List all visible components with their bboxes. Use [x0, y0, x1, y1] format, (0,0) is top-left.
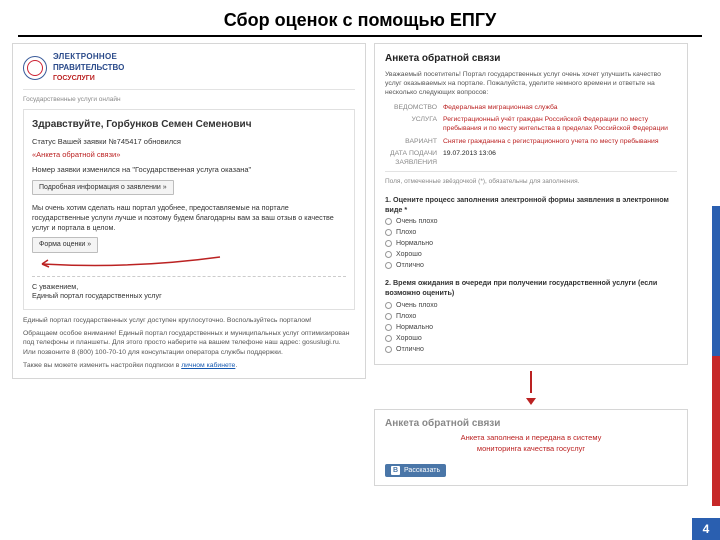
value-variant: Снятие гражданина с регистрационного уче…	[443, 137, 677, 146]
radio-icon	[385, 313, 392, 320]
annotation-arrow-icon	[32, 257, 346, 271]
subheader: Государственные услуги онлайн	[23, 96, 355, 105]
label-date: ДАТА ПОДАЧИ ЗАЯВЛЕНИЯ	[385, 149, 443, 167]
service-desc: Номер заявки изменился на "Государственн…	[32, 165, 346, 175]
survey-intro: Уважаемый посетитель! Портал государстве…	[385, 70, 677, 98]
required-note: Поля, отмеченные звёздочкой (*), обязате…	[385, 178, 677, 187]
greeting-prefix: Здравствуйте,	[32, 119, 103, 130]
vk-share-button[interactable]: B Рассказать	[385, 464, 446, 477]
radio-icon	[385, 240, 392, 247]
question-2: 2. Время ожидания в очереди при получени…	[385, 278, 677, 297]
q1-opt-4[interactable]: Отлично	[385, 261, 677, 270]
footer-note-1: Единый портал государственных услуг дост…	[23, 316, 355, 325]
label-variant: ВАРИАНТ	[385, 137, 443, 146]
survey-heading: Анкета обратной связи	[385, 52, 677, 66]
gosuslugi-emblem-icon	[23, 56, 47, 80]
signoff-2: Единый портал государственных услуг	[32, 291, 346, 301]
feedback-form-button[interactable]: Форма оценки »	[32, 237, 98, 252]
success-line-2: мониторинга качества госуслуг	[385, 444, 677, 453]
label-vedomstvo: ВЕДОМСТВО	[385, 103, 443, 112]
vk-icon: B	[391, 466, 400, 475]
survey-panel: Анкета обратной связи Уважаемый посетите…	[374, 43, 688, 365]
flag-stripes	[712, 56, 720, 506]
flow-arrow-icon	[374, 371, 688, 405]
label-usluga: УСЛУГА	[385, 115, 443, 133]
question-1: 1. Оцените процесс заполнения электронно…	[385, 195, 677, 214]
value-usluga: Регистрационный учёт граждан Российской …	[443, 115, 677, 133]
personal-cabinet-link[interactable]: личном кабинете	[181, 362, 235, 369]
value-date: 19.07.2013 13:06	[443, 149, 677, 167]
radio-icon	[385, 218, 392, 225]
q2-opt-2[interactable]: Нормально	[385, 323, 677, 332]
q2-opt-3[interactable]: Хорошо	[385, 334, 677, 343]
value-vedomstvo: Федеральная миграционная служба	[443, 103, 677, 112]
brand-text: ЭЛЕКТРОННОЕ ПРАВИТЕЛЬСТВО ГОСУСЛУГИ	[53, 52, 124, 83]
q1-opt-0[interactable]: Очень плохо	[385, 217, 677, 226]
title-underline	[18, 35, 702, 37]
email-notification-panel: ЭЛЕКТРОННОЕ ПРАВИТЕЛЬСТВО ГОСУСЛУГИ Госу…	[12, 43, 366, 379]
signoff-1: С уважением,	[32, 282, 346, 292]
radio-icon	[385, 251, 392, 258]
success-heading: Анкета обратной связи	[385, 418, 677, 429]
survey-success-panel: Анкета обратной связи Анкета заполнена и…	[374, 409, 688, 486]
radio-icon	[385, 262, 392, 269]
invite-paragraph: Мы очень хотим сделать наш портал удобне…	[32, 203, 346, 232]
service-quote: «Анкета обратной связи»	[32, 150, 346, 160]
success-line-1: Анкета заполнена и передана в систему	[385, 433, 677, 442]
page-number: 4	[692, 518, 720, 540]
q1-opt-1[interactable]: Плохо	[385, 228, 677, 237]
status-line: Статус Вашей заявки №745417 обновился	[32, 137, 346, 147]
radio-icon	[385, 302, 392, 309]
radio-icon	[385, 335, 392, 342]
q2-opt-4[interactable]: Отлично	[385, 345, 677, 354]
q2-opt-0[interactable]: Очень плохо	[385, 301, 677, 310]
q1-opt-3[interactable]: Хорошо	[385, 250, 677, 259]
radio-icon	[385, 346, 392, 353]
page-title: Сбор оценок с помощью ЕПГУ	[0, 0, 720, 35]
q1-opt-2[interactable]: Нормально	[385, 239, 677, 248]
q2-opt-1[interactable]: Плохо	[385, 312, 677, 321]
details-button[interactable]: Подробная информация о заявлении »	[32, 180, 174, 195]
footer-note-2: Обращаем особое внимание! Единый портал …	[23, 329, 355, 357]
user-name: Горбунков Семен Семенович	[106, 119, 251, 130]
radio-icon	[385, 324, 392, 331]
notification-body: Здравствуйте, Горбунков Семен Семенович …	[23, 109, 355, 310]
footer-note-3: Также вы можете изменить настройки подпи…	[23, 362, 181, 369]
radio-icon	[385, 229, 392, 236]
